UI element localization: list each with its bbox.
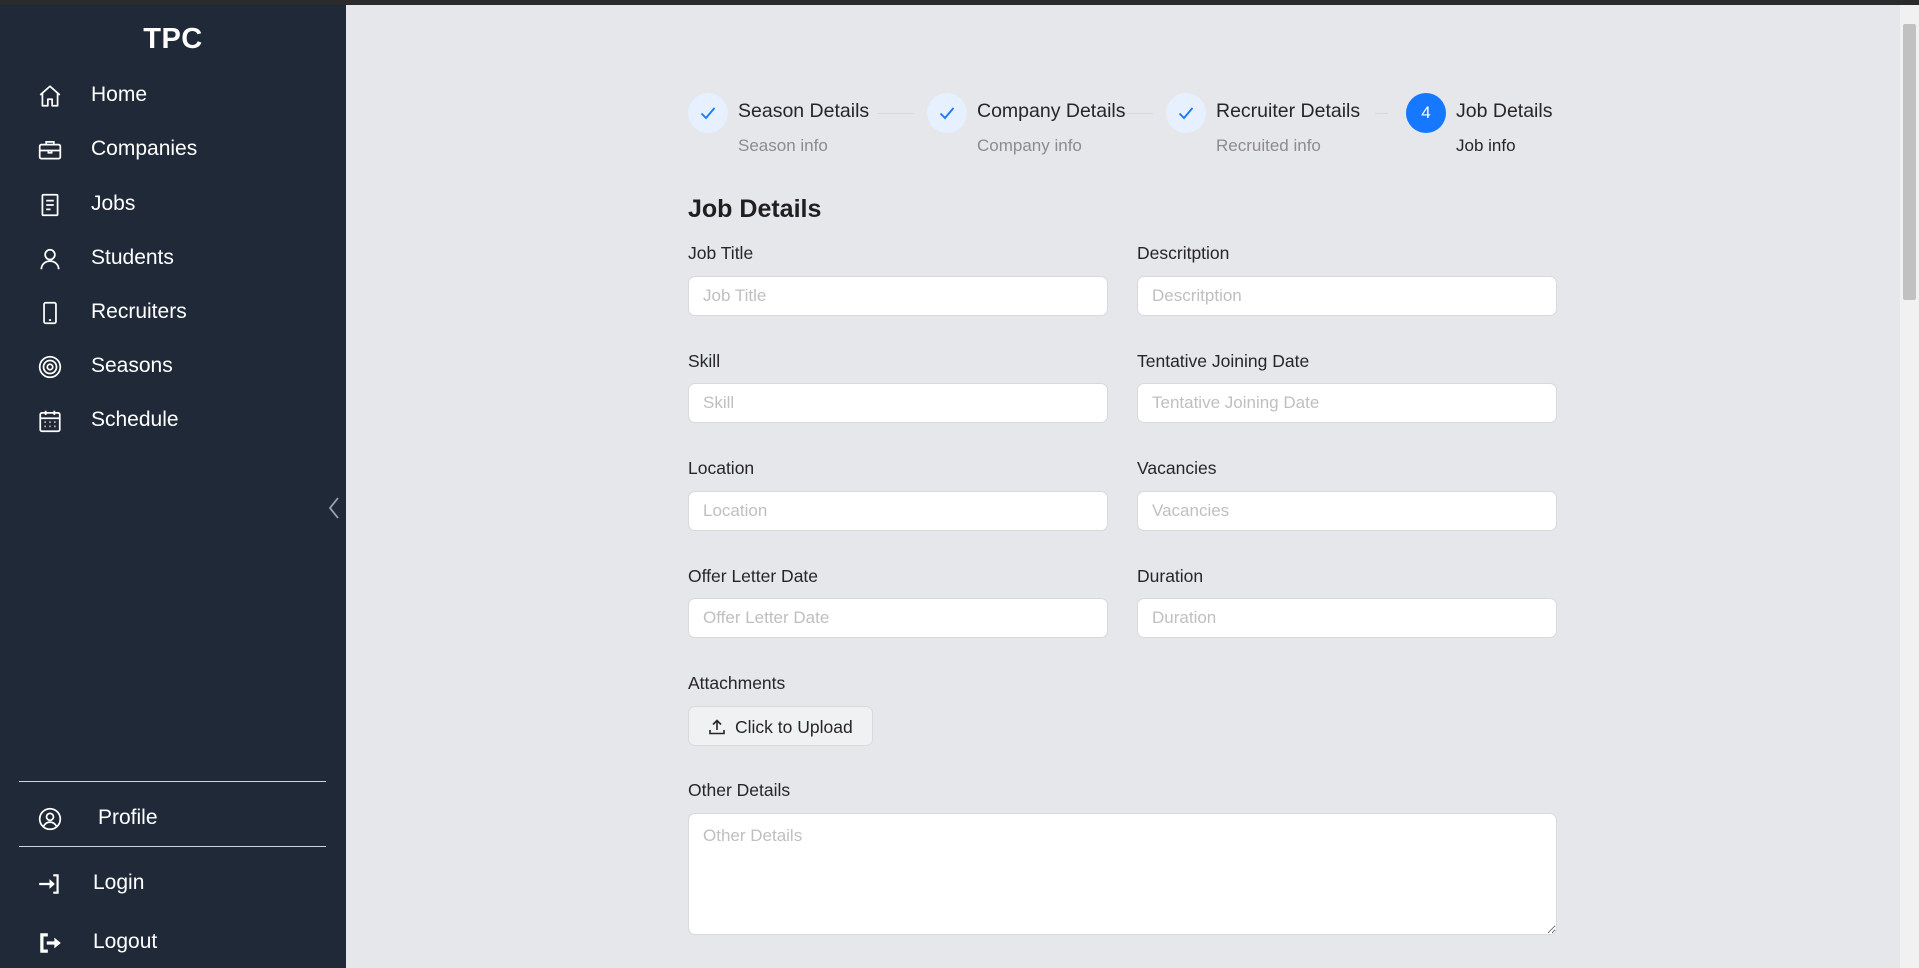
step-subtitle: Recruited info [1216,136,1321,155]
check-icon [939,107,955,120]
login-icon [39,874,59,894]
step-done-indicator [1166,93,1206,133]
check-icon [1178,107,1194,120]
page-scrollbar-thumb[interactable] [1903,24,1916,300]
step-title: Company Details [977,100,1126,122]
description-label: Descritption [1137,243,1230,263]
description-input[interactable] [1137,276,1557,316]
sidebar-item-label: Seasons [91,354,173,377]
step-recruiter-details[interactable]: Recruiter Details Recruited info [1166,92,1376,162]
job-title-input[interactable] [688,276,1108,316]
vacancies-label: Vacancies [1137,458,1217,478]
logout-icon [40,933,61,953]
user-circle-icon [38,807,62,831]
sidebar-item-seasons[interactable]: Seasons [0,341,346,391]
brand-logo: TPC [143,23,203,55]
vacancies-input[interactable] [1137,491,1557,531]
sidebar-item-label: Recruiters [91,300,187,323]
step-season-details[interactable]: Season Details Season info [688,92,878,162]
step-title: Recruiter Details [1216,100,1361,122]
sidebar-item-jobs[interactable]: Jobs [0,179,346,229]
sidebar-item-students[interactable]: Students [0,233,346,283]
phone-icon [43,301,57,325]
duration-input[interactable] [1137,598,1557,638]
skill-label: Skill [688,351,721,371]
sidebar-item-home[interactable]: Home [0,70,346,120]
step-title: Season Details [738,100,870,122]
upload-button[interactable]: Click to Upload [688,706,873,746]
skill-input[interactable] [688,383,1108,423]
sidebar-item-label: Schedule [91,408,179,431]
step-subtitle: Job info [1456,136,1516,155]
step-connector [877,113,914,114]
check-icon [700,107,716,120]
step-job-details[interactable]: 4 Job Details Job info [1406,92,1576,162]
step-connector [1375,113,1388,114]
other-details-label: Other Details [688,780,791,800]
job-title-label: Job Title [688,243,754,263]
sidebar-item-label: Companies [91,137,198,160]
calendar-icon [39,410,61,433]
sidebar-item-label: Students [91,246,174,269]
sidebar-item-label: Login [93,871,145,894]
sidebar-item-recruiters[interactable]: Recruiters [0,287,346,337]
step-title: Job Details [1456,100,1553,122]
other-details-textarea[interactable] [688,813,1557,935]
user-icon [40,248,60,270]
step-done-indicator [688,93,728,133]
step-company-details[interactable]: Company Details Company info [927,92,1127,162]
briefcase-icon [38,141,62,160]
sidebar-item-companies[interactable]: Companies [0,124,346,174]
sidebar-item-label: Jobs [91,192,136,215]
sidebar: TPC Home Companies Jobs Students Recruit… [0,5,346,968]
step-subtitle: Season info [738,136,828,155]
step-done-indicator [927,93,967,133]
sidebar-divider [19,846,326,847]
duration-label: Duration [1137,566,1204,586]
joining-date-label: Tentative Joining Date [1137,351,1310,371]
offer-letter-date-input[interactable] [688,598,1108,638]
sidebar-item-profile[interactable]: Profile [0,793,346,843]
location-input[interactable] [688,491,1108,531]
step-number-indicator: 4 [1406,93,1446,133]
sidebar-item-schedule[interactable]: Schedule [0,395,346,445]
home-icon [39,85,61,107]
sidebar-item-logout[interactable]: Logout [0,917,346,967]
target-icon [38,355,62,379]
collapse-sidebar-icon[interactable] [326,495,344,521]
sidebar-item-label: Home [91,83,148,106]
location-label: Location [688,458,755,478]
sidebar-item-label: Profile [98,806,158,829]
step-subtitle: Company info [977,136,1082,155]
sidebar-item-label: Logout [93,930,158,953]
sidebar-item-login[interactable]: Login [0,858,346,908]
attachments-label: Attachments [688,673,786,693]
upload-icon [709,719,725,735]
upload-button-label: Click to Upload [735,717,853,737]
joining-date-input[interactable] [1137,383,1557,423]
form-title: Job Details [688,195,822,223]
offer-letter-date-label: Offer Letter Date [688,566,819,586]
sidebar-divider [19,781,326,782]
document-icon [41,193,59,217]
